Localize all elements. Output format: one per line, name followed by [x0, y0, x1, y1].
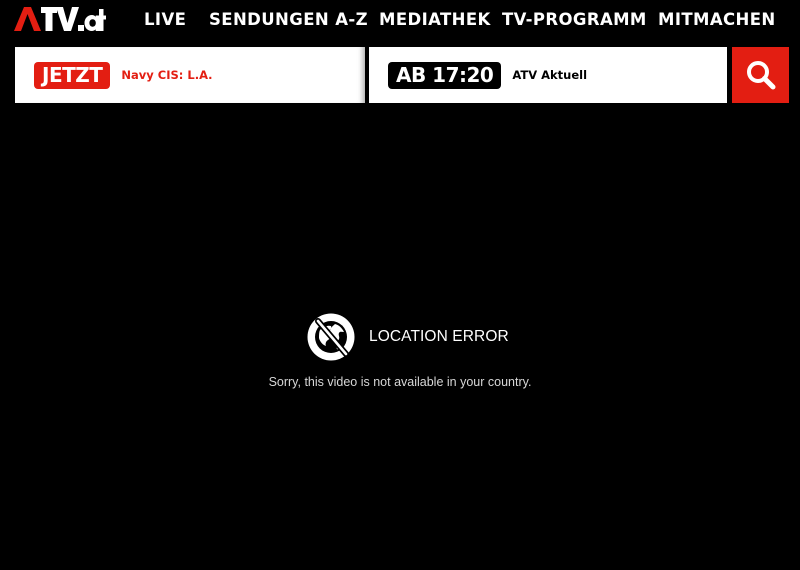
site-header: LIVE SENDUNGEN A-Z MEDIATHEK TV-PROGRAMM… [0, 0, 800, 42]
nav-sendungen-a-z[interactable]: SENDUNGEN A-Z [209, 9, 368, 31]
now-badge: JETZT [34, 61, 111, 89]
error-message: Sorry, this video is not available in yo… [268, 375, 532, 389]
up-next-slot[interactable]: AB 17:20 ATV Aktuell [369, 47, 727, 103]
nav-mitmachen[interactable]: MITMACHEN [658, 9, 776, 31]
now-playing-title: Navy CIS: L.A. [121, 68, 213, 82]
nav-tv-programm[interactable]: TV-PROGRAMM [502, 9, 647, 31]
nav-live[interactable]: LIVE [144, 9, 186, 31]
search-icon [746, 61, 775, 90]
nav-mediathek[interactable]: MEDIATHEK [379, 9, 491, 31]
up-next-title: ATV Aktuell [512, 68, 588, 82]
search-button[interactable] [732, 47, 789, 103]
error-header: LOCATION ERROR [306, 312, 509, 362]
next-time-badge: AB 17:20 [388, 61, 502, 89]
location-off-icon [307, 313, 355, 361]
error-title: LOCATION ERROR [369, 328, 509, 345]
now-playing-slot[interactable]: JETZT Navy CIS: L.A. [15, 47, 365, 103]
main-nav: LIVE SENDUNGEN A-Z MEDIATHEK TV-PROGRAMM… [0, 0, 800, 42]
